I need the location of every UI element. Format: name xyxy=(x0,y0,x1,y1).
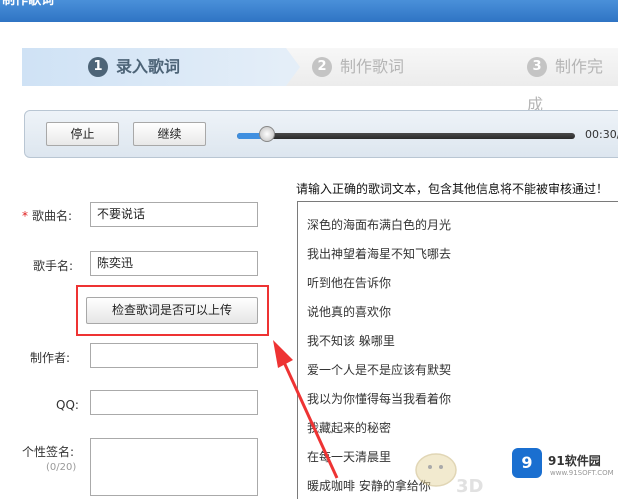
watermark-name: 91软件园 xyxy=(548,454,601,468)
annotation-arrow xyxy=(273,340,339,479)
watermark-logo: 9 xyxy=(512,448,542,478)
watermark-url: www.91SOFT.COM xyxy=(550,469,614,477)
